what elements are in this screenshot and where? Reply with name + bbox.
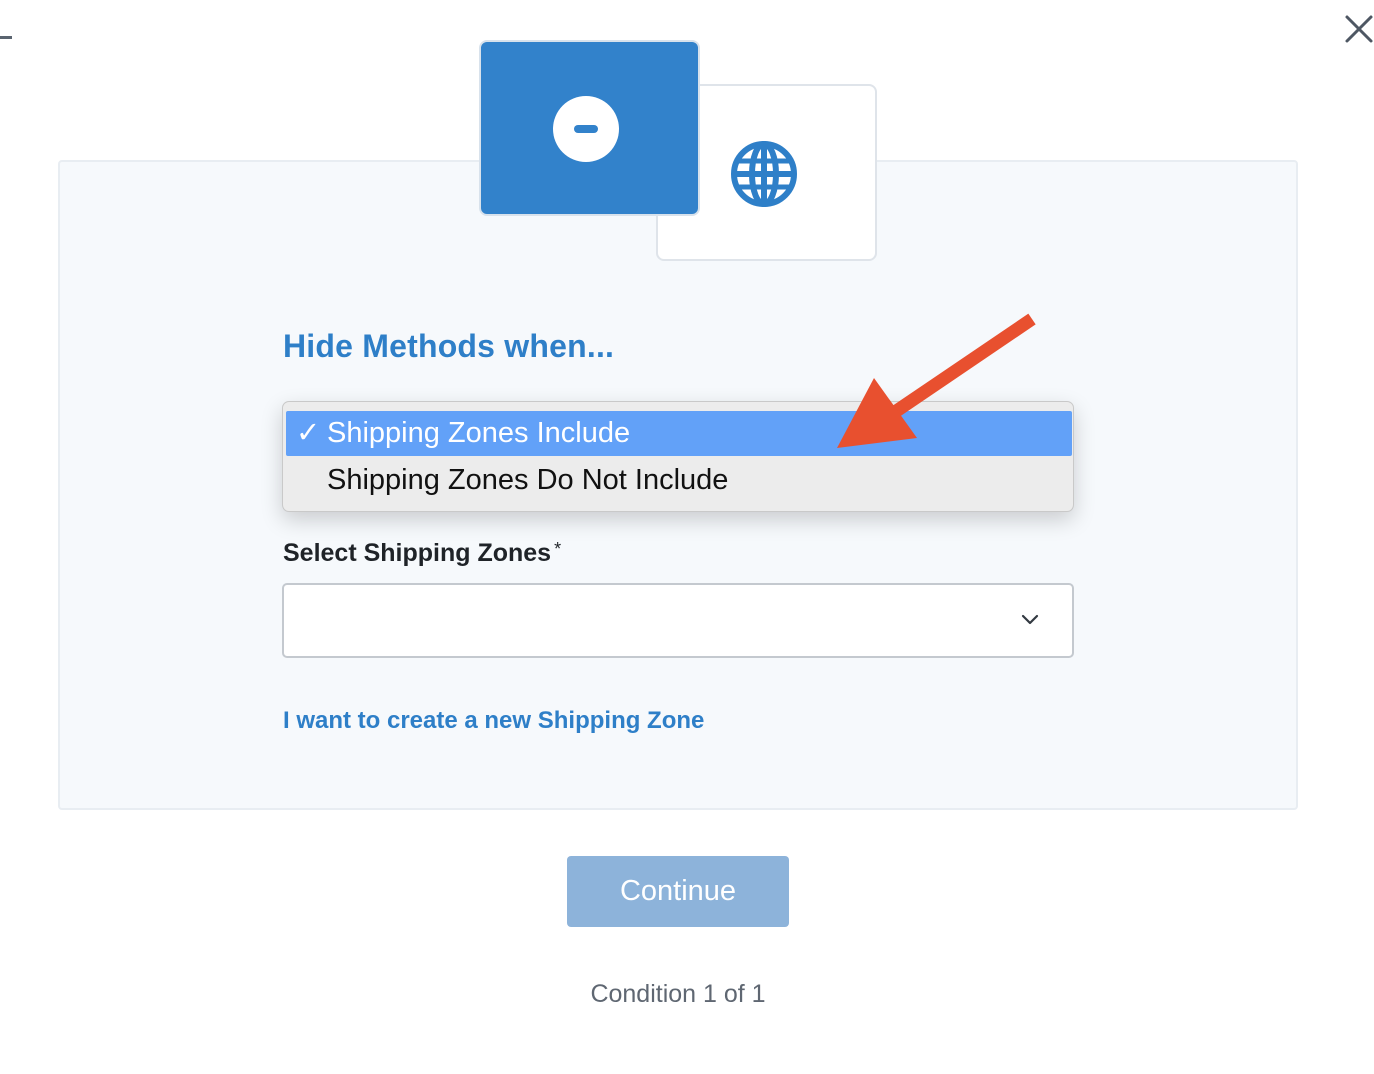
continue-button[interactable]: Continue: [567, 856, 789, 927]
required-marker: *: [554, 539, 562, 559]
close-icon: [1345, 15, 1373, 43]
option-label: Shipping Zones Do Not Include: [327, 464, 729, 496]
condition-dropdown-menu[interactable]: ✓ Shipping Zones Include Shipping Zones …: [282, 401, 1074, 512]
option-shipping-zones-do-not-include[interactable]: Shipping Zones Do Not Include: [286, 458, 1072, 503]
option-label: Shipping Zones Include: [327, 417, 631, 449]
create-shipping-zone-link[interactable]: I want to create a new Shipping Zone: [283, 707, 704, 735]
globe-icon: [731, 141, 797, 207]
condition-progress: Condition 1 of 1: [590, 980, 766, 1008]
minus-circle-icon: [553, 96, 619, 162]
option-shipping-zones-include[interactable]: ✓ Shipping Zones Include: [286, 411, 1072, 456]
modal: Hide Methods when... ✓ Shipping Zones In…: [0, 0, 1374, 1074]
close-button[interactable]: [1342, 12, 1374, 46]
page-title: Hide Methods when...: [283, 328, 615, 364]
zones-field-label: Select Shipping Zones *: [283, 539, 561, 568]
chevron-down-icon: [1021, 614, 1039, 625]
hide-condition-card: [479, 40, 700, 216]
zones-label-text: Select Shipping Zones: [283, 539, 552, 567]
checkmark-icon: ✓: [296, 417, 321, 449]
shipping-zones-select[interactable]: [282, 583, 1074, 658]
window-edge-divider: [0, 36, 12, 39]
